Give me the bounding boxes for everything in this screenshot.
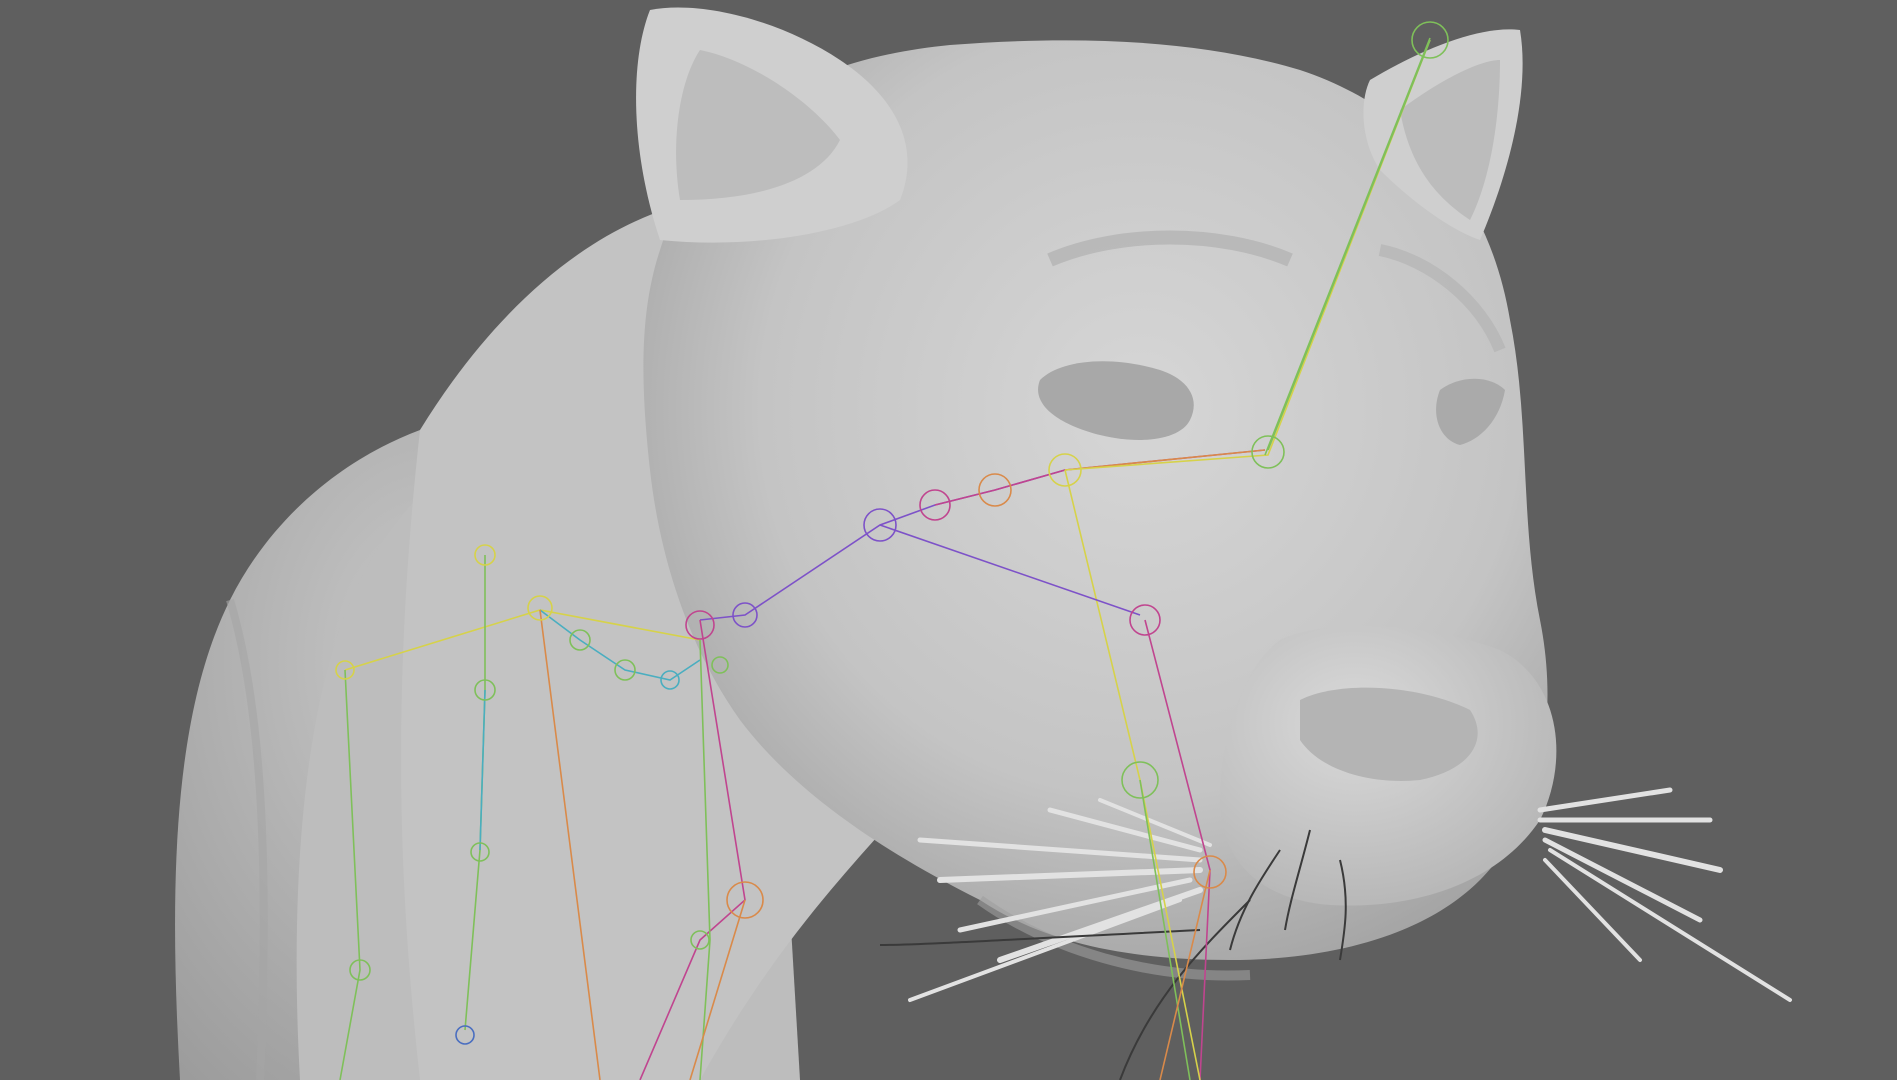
viewport-canvas[interactable] xyxy=(0,0,1897,1080)
3d-viewport[interactable] xyxy=(0,0,1897,1080)
left-ear-mesh[interactable] xyxy=(636,7,908,243)
